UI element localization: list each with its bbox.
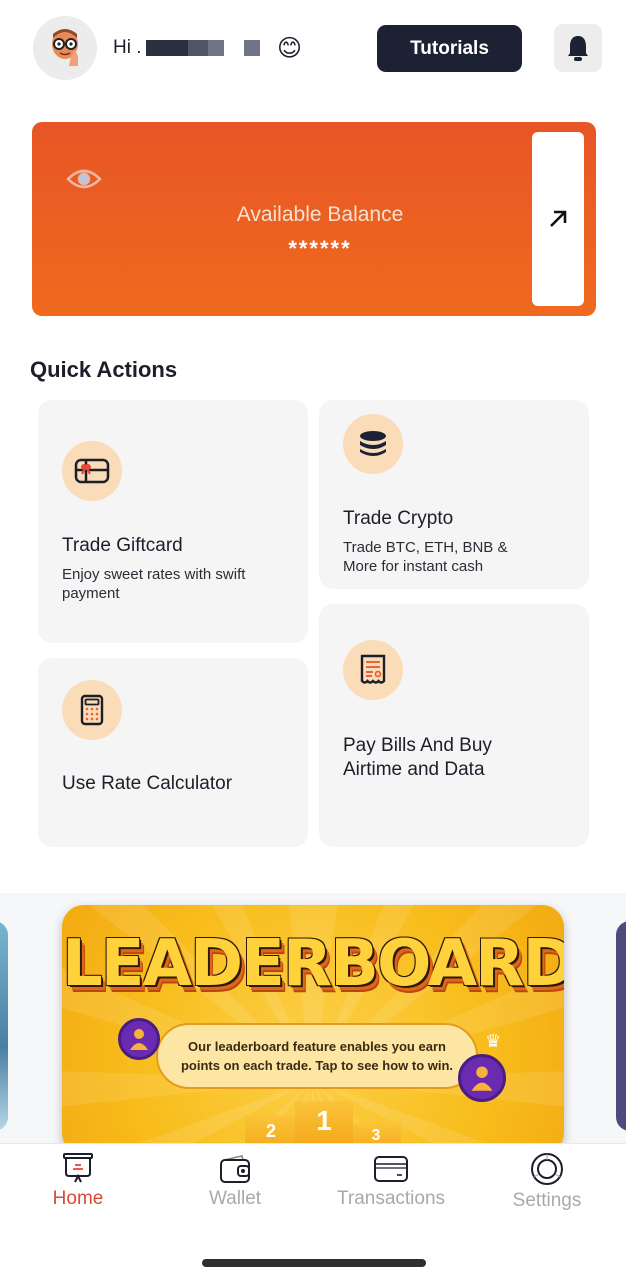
podium-third: 3 [351,1123,401,1144]
greeting-text: Hi . [113,37,142,58]
memoji-avatar-icon [52,29,78,66]
home-indicator[interactable] [202,1259,426,1267]
header: Hi . 😊 Tutorials [0,16,626,82]
tab-label: Transactions [336,1188,446,1209]
tab-home[interactable]: Home [3,1152,153,1210]
card-title: Pay Bills And Buy Airtime and Data [343,735,492,780]
card-subtitle: Enjoy sweet rates with swift payment [62,566,246,602]
smile-emoji-icon: 😊 [277,35,303,62]
card-title: Trade Giftcard [62,535,183,556]
user-avatar-icon [118,1018,160,1060]
balance-value: ****** [288,236,352,261]
redacted-name [207,40,224,56]
balance-label: Available Balance [236,203,404,226]
leaderboard-banner[interactable]: LEADERBOARD Our leaderboard feature enab… [62,905,564,1144]
calculator-icon [80,694,104,726]
tutorials-button[interactable]: Tutorials [377,25,522,72]
card-title: Trade Crypto [343,508,454,529]
podium-first: 1 [295,1101,353,1144]
crown-icon: ♛ [485,1031,502,1051]
toggle-balance-visibility[interactable] [66,166,102,197]
user-avatar-icon [458,1054,506,1102]
balance-details-button[interactable] [532,132,584,306]
tab-label: Home [52,1188,104,1209]
avatar[interactable] [33,16,97,80]
receipt-icon [360,654,386,684]
rate-calculator-card[interactable]: Use Rate Calculator [38,658,308,847]
banner-text: Our leaderboard feature enables you earn… [156,1023,478,1089]
icon-badge [343,414,403,474]
card-title: Use Rate Calculator [62,773,233,794]
promo-carousel[interactable]: LEADERBOARD Our leaderboard feature enab… [0,893,626,1144]
arrow-up-right-icon [550,210,567,227]
card-icon [374,1156,408,1182]
quick-actions-title: Quick Actions [30,357,178,382]
podium-second: 2 [245,1115,297,1144]
tab-label: Settings [512,1190,582,1211]
greeting: Hi . [113,37,260,59]
banner-title: LEADERBOARD [62,927,564,1001]
pay-bills-card[interactable]: Pay Bills And Buy Airtime and Data [319,604,589,847]
icon-badge [343,640,403,700]
trade-crypto-card[interactable]: Trade Crypto Trade BTC, ETH, BNB & More … [319,400,589,589]
card-subtitle: Trade BTC, ETH, BNB & More for instant c… [343,539,508,575]
tab-settings[interactable]: Settings [472,1152,622,1212]
wallet-icon [220,1155,250,1183]
redacted-name [187,40,208,56]
carousel-slide-next[interactable] [616,921,626,1131]
icon-badge [62,680,122,740]
tab-wallet[interactable]: Wallet [160,1152,310,1210]
bell-icon [568,36,588,61]
balance-card: Available Balance ****** [32,122,596,316]
redacted-name [243,40,260,56]
coins-stack-icon [360,431,386,456]
tab-transactions[interactable]: Transactions [316,1152,466,1210]
home-board-icon [63,1153,93,1183]
settings-icon [531,1153,563,1185]
carousel-slide-previous[interactable] [0,921,8,1131]
trade-giftcard-card[interactable]: Trade Giftcard Enjoy sweet rates with sw… [38,400,308,643]
eye-icon [66,169,102,189]
tab-label: Wallet [208,1188,262,1209]
redacted-name [145,40,188,56]
icon-badge [62,441,122,501]
giftcard-icon [74,458,110,484]
notifications-button[interactable] [554,24,602,72]
